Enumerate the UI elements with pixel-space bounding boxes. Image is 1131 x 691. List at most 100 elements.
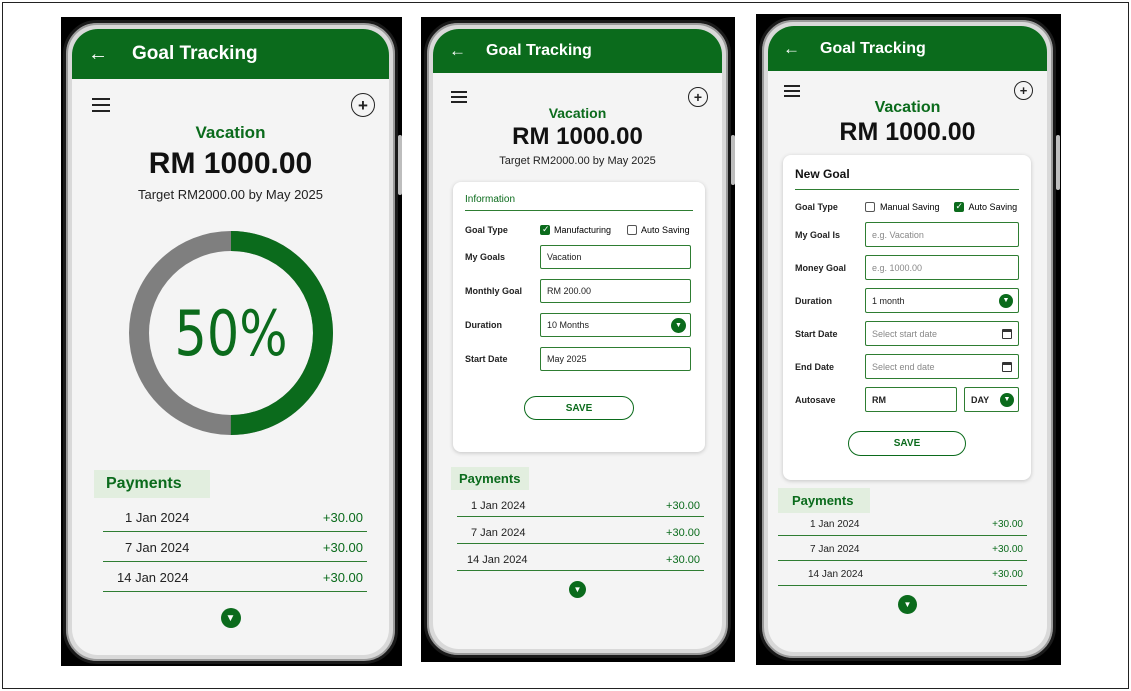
payment-row: 14 Jan 2024 +30.00 <box>103 562 367 592</box>
start-date-input[interactable]: May 2025 <box>540 347 691 371</box>
app-bar: ← Goal Tracking <box>433 29 722 73</box>
payment-amount: +30.00 <box>322 510 363 525</box>
money-goal-placeholder: e.g. 1000.00 <box>872 262 923 273</box>
start-date-row: Start Date Select start date <box>795 321 1019 346</box>
my-goal-label: My Goal Is <box>795 229 841 240</box>
payment-date: 7 Jan 2024 <box>810 544 860 555</box>
goal-name: Vacation <box>874 99 941 116</box>
save-button[interactable]: SAVE <box>524 396 634 420</box>
my-goals-label: My Goals <box>465 252 506 262</box>
end-date-label: End Date <box>795 361 835 372</box>
start-date-input[interactable]: Select start date <box>865 321 1019 346</box>
payment-row: 14 Jan 2024 +30.00 <box>778 561 1027 586</box>
payment-date: 1 Jan 2024 <box>471 500 526 512</box>
app-title: Goal Tracking <box>132 43 258 64</box>
end-date-input[interactable]: Select end date <box>865 354 1019 379</box>
payment-amount: +30.00 <box>992 519 1023 530</box>
payments-title: Payments <box>451 467 529 490</box>
duration-row: Duration 1 month ▼ <box>795 288 1019 313</box>
chevron-down-icon[interactable]: ▼ <box>999 293 1013 308</box>
calendar-icon[interactable] <box>1002 328 1012 339</box>
start-date-row: Start Date May 2025 <box>465 347 693 371</box>
my-goal-placeholder: e.g. Vacation <box>872 229 924 240</box>
auto-saving-checkbox[interactable] <box>627 225 638 235</box>
goal-target: Target RM2000.00 by May 2025 <box>499 155 656 167</box>
goal-type-label: Goal Type <box>795 202 838 212</box>
payment-date: 14 Jan 2024 <box>467 554 528 566</box>
toolbar-row: + <box>768 71 1047 100</box>
add-icon[interactable]: + <box>1014 81 1033 100</box>
goal-amount: RM 1000.00 <box>839 118 976 146</box>
payments-list: 1 Jan 2024 +30.00 7 Jan 2024 +30.00 14 J… <box>72 502 389 592</box>
manual-saving-checkbox[interactable] <box>865 202 875 212</box>
menu-icon[interactable] <box>92 98 110 112</box>
goal-type-row: Goal Type Manufacturing Auto Saving <box>465 224 693 235</box>
goal-amount: RM 1000.00 <box>512 123 643 150</box>
payment-amount: +30.00 <box>322 540 363 555</box>
new-goal-card: New Goal Goal Type Manual Saving Auto Sa… <box>783 155 1031 480</box>
goal-type-row: Goal Type Manual Saving Auto Saving <box>795 201 1019 212</box>
payment-date: 7 Jan 2024 <box>125 540 190 555</box>
payment-amount: +30.00 <box>992 544 1023 555</box>
duration-select[interactable]: 10 Months ▼ <box>540 313 691 337</box>
money-goal-label: Money Goal <box>795 262 847 273</box>
payment-date: 14 Jan 2024 <box>117 570 189 585</box>
duration-select[interactable]: 1 month ▼ <box>865 288 1019 313</box>
manufacturing-checkbox[interactable] <box>540 224 550 235</box>
auto-saving-checkbox[interactable] <box>953 201 964 212</box>
back-arrow-icon[interactable]: ← <box>88 43 108 66</box>
duration-label: Duration <box>795 295 832 306</box>
phone-2-screen: ← Goal Tracking + Vacation RM 1000.00 Ta… <box>433 29 722 649</box>
expand-chevron-down-icon[interactable]: ▼ <box>898 595 917 614</box>
start-date-value: May 2025 <box>547 354 587 364</box>
start-date-placeholder: Select start date <box>872 328 938 339</box>
goal-amount: RM 1000.00 <box>148 147 313 180</box>
payments-title: Payments <box>94 470 210 498</box>
menu-icon[interactable] <box>451 91 467 103</box>
my-goals-value: Vacation <box>547 252 582 262</box>
app-bar: ← Goal Tracking <box>72 29 389 79</box>
add-icon[interactable]: + <box>351 93 375 117</box>
duration-value: 10 Months <box>547 320 590 330</box>
payment-row: 1 Jan 2024 +30.00 <box>457 492 704 517</box>
chevron-down-icon[interactable]: ▼ <box>1000 392 1014 407</box>
menu-icon[interactable] <box>784 84 800 97</box>
back-arrow-icon[interactable]: ← <box>449 41 466 61</box>
manual-saving-option-label: Manual Saving <box>880 202 940 212</box>
toolbar-row: + <box>72 79 389 117</box>
monthly-goal-input[interactable]: RM 200.00 <box>540 279 691 303</box>
chevron-down-icon[interactable]: ▼ <box>671 317 686 333</box>
add-icon[interactable]: + <box>688 87 708 107</box>
payment-amount: +30.00 <box>666 527 700 539</box>
payment-date: 1 Jan 2024 <box>810 519 860 530</box>
my-goals-input[interactable]: Vacation <box>540 245 691 269</box>
autosave-amount-input[interactable]: RM <box>865 387 957 412</box>
app-title: Goal Tracking <box>486 42 592 59</box>
save-button[interactable]: SAVE <box>848 431 966 456</box>
app-title: Goal Tracking <box>820 39 926 57</box>
monthly-goal-label: Monthly Goal <box>465 286 522 296</box>
goal-target: Target RM2000.00 by May 2025 <box>138 187 323 202</box>
phone-2: ← Goal Tracking + Vacation RM 1000.00 Ta… <box>424 20 731 658</box>
phone-1: ← Goal Tracking + Vacation RM 1000.00 Ta… <box>63 20 398 664</box>
money-goal-input[interactable]: e.g. 1000.00 <box>865 255 1019 280</box>
phone-3-side-button <box>1056 135 1060 190</box>
calendar-icon[interactable] <box>1002 361 1012 372</box>
payment-row: 7 Jan 2024 +30.00 <box>778 536 1027 561</box>
duration-row: Duration 10 Months ▼ <box>465 313 693 337</box>
progress-percent: 50% <box>173 296 288 370</box>
expand-chevron-down-icon[interactable]: ▼ <box>569 581 586 598</box>
payment-date: 14 Jan 2024 <box>808 569 864 580</box>
toolbar-row: + <box>433 73 722 107</box>
duration-label: Duration <box>465 320 502 330</box>
autosave-label: Autosave <box>795 394 836 405</box>
card-title: New Goal <box>795 167 1019 190</box>
back-arrow-icon[interactable]: ← <box>783 39 800 59</box>
my-goal-input[interactable]: e.g. Vacation <box>865 222 1019 247</box>
duration-value: 1 month <box>872 295 905 306</box>
end-date-row: End Date Select end date <box>795 354 1019 379</box>
autosave-period-select[interactable]: DAY ▼ <box>964 387 1019 412</box>
payment-amount: +30.00 <box>666 554 700 566</box>
payment-amount: +30.00 <box>322 570 363 585</box>
expand-chevron-down-icon[interactable]: ▼ <box>220 608 241 628</box>
